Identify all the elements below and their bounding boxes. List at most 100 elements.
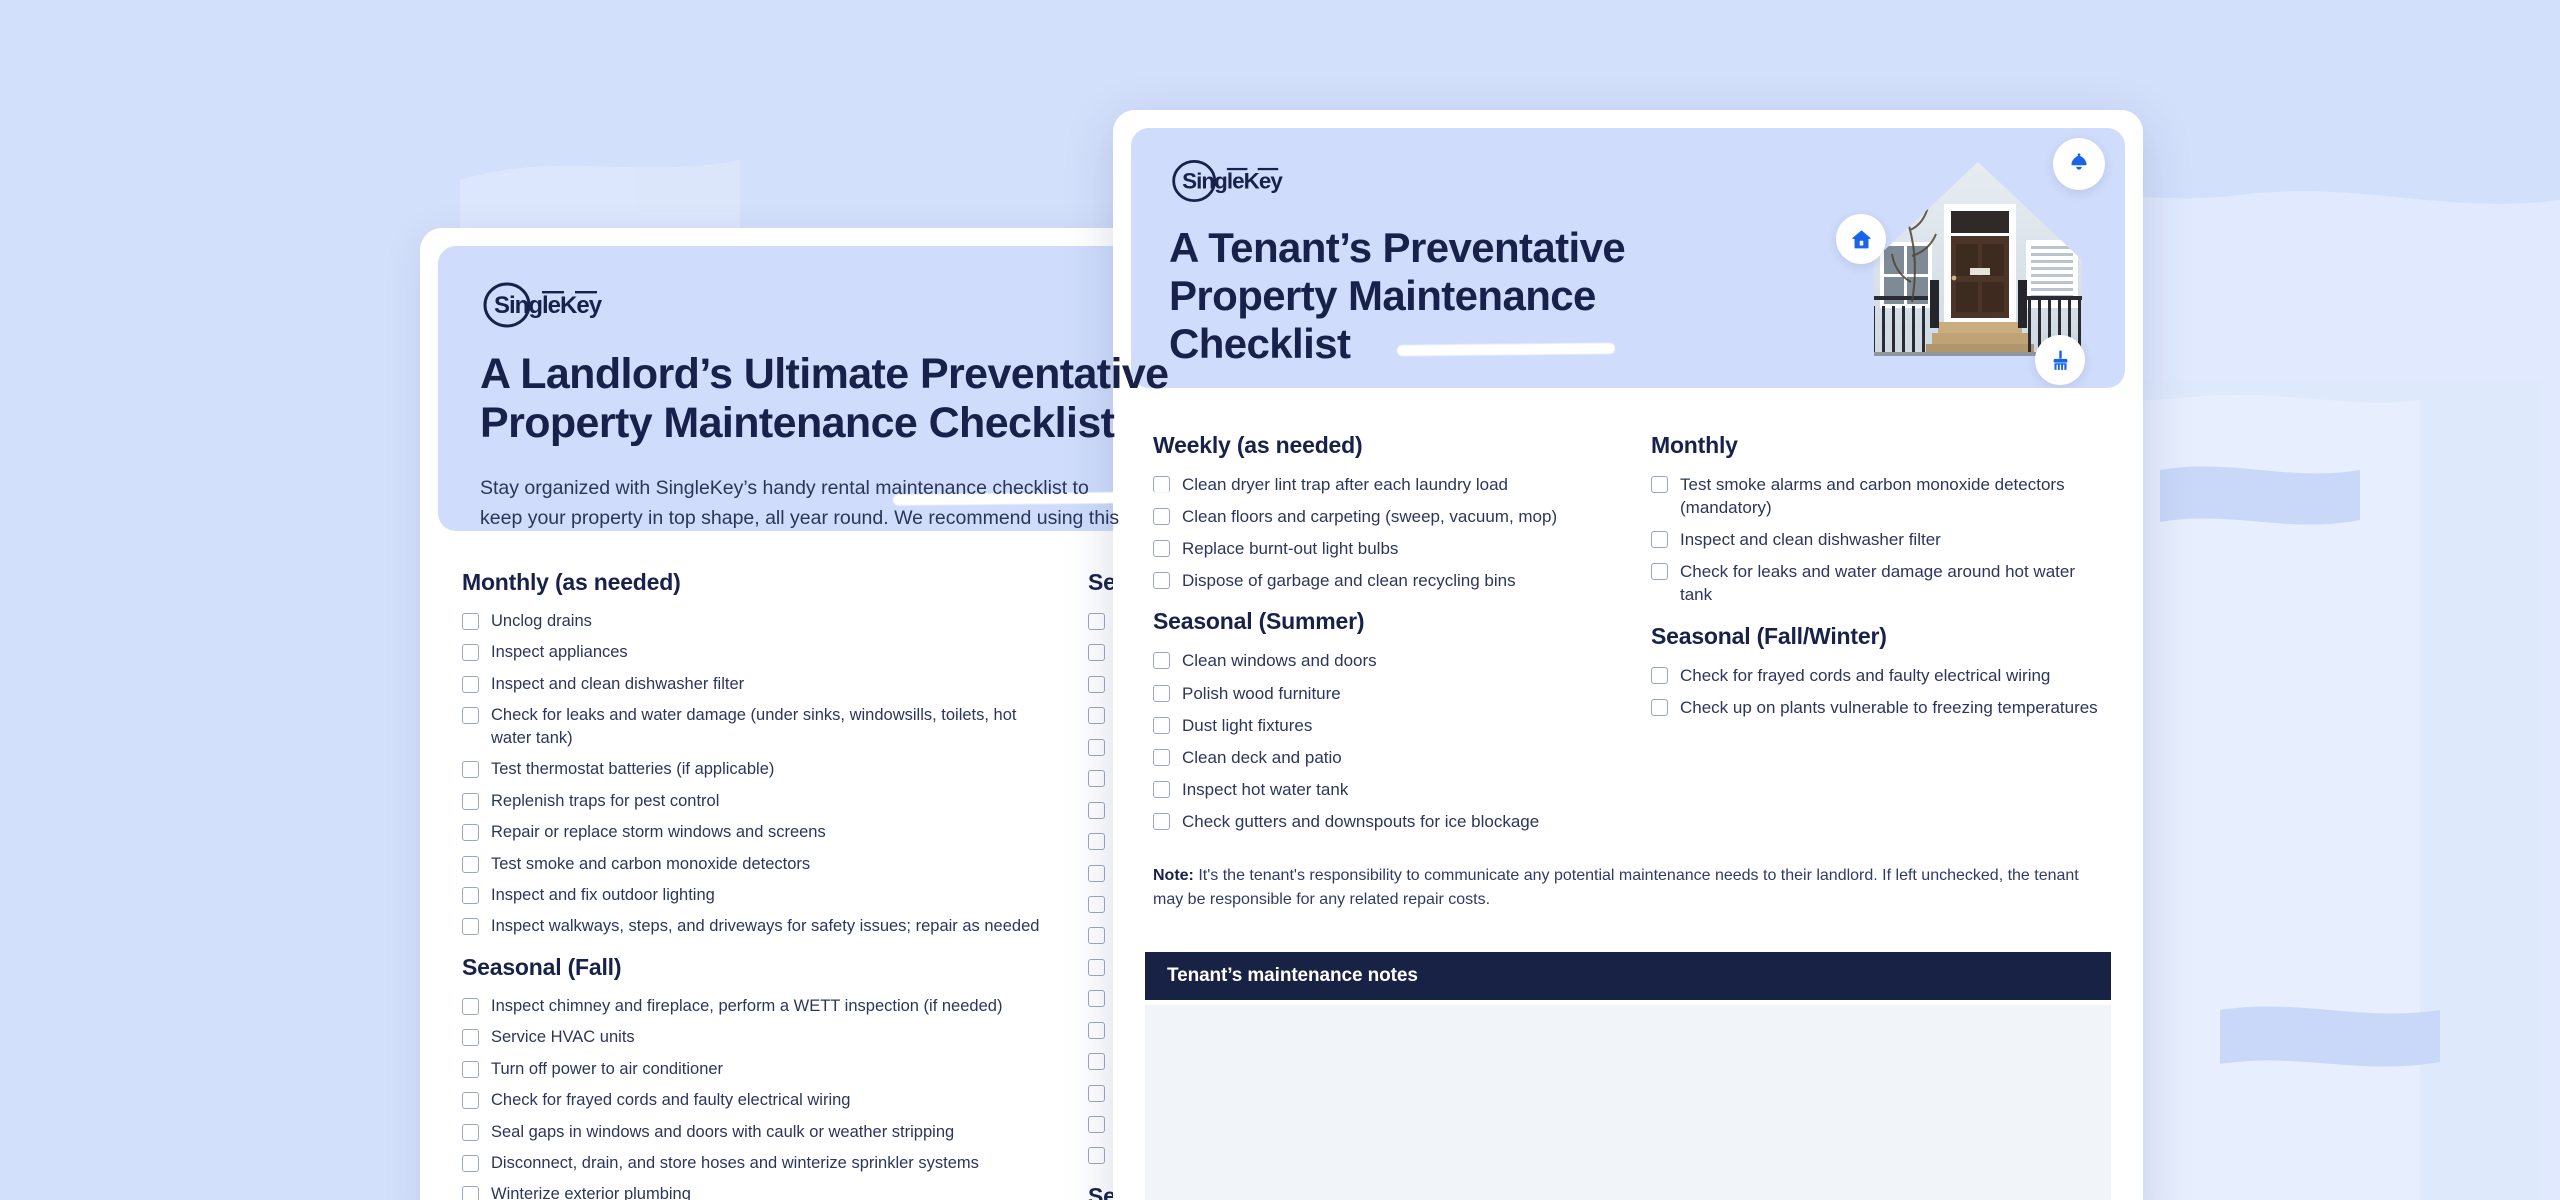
checkbox[interactable] (1088, 675, 1105, 693)
checkbox[interactable] (1153, 716, 1170, 734)
checkbox[interactable] (462, 644, 479, 662)
checkbox[interactable] (1088, 990, 1105, 1008)
list-item[interactable]: Winterize exterior plumbing (462, 1183, 1052, 1200)
checkbox[interactable] (1088, 1147, 1105, 1165)
list-item[interactable]: Check for frayed cords and faulty electr… (462, 1089, 1052, 1111)
checkbox[interactable] (1153, 748, 1170, 766)
checkbox[interactable] (1153, 508, 1170, 526)
checkbox[interactable] (1651, 698, 1668, 716)
list-item[interactable]: Inspect hot water tank (1153, 778, 1605, 801)
list-item[interactable]: Clean dryer lint trap after each laundry… (1153, 473, 1605, 496)
checkbox[interactable] (462, 707, 479, 725)
list-item[interactable]: Polish wood furniture (1153, 682, 1605, 705)
checkbox[interactable] (1088, 644, 1105, 662)
checkbox[interactable] (462, 855, 479, 873)
checkbox[interactable] (1088, 738, 1105, 756)
checkbox[interactable] (1651, 563, 1668, 581)
list-item[interactable]: Inspect appliances (462, 641, 1052, 663)
list-item[interactable]: Service HVAC units (462, 1026, 1052, 1048)
tenant-note: Note: It's the tenant's responsibility t… (1153, 864, 2103, 912)
checklist-label: Dispose of garbage and clean recycling b… (1182, 571, 1516, 591)
checklist-label: Clean floors and carpeting (sweep, vacuu… (1182, 507, 1558, 527)
checklist-seasonal-fall-winter: Check for frayed cords and faulty electr… (1651, 664, 2103, 719)
list-item[interactable]: Inspect walkways, steps, and driveways f… (462, 915, 1052, 937)
list-item[interactable]: Inspect and clean dishwasher filter (1651, 528, 2103, 551)
checkbox[interactable] (462, 675, 479, 693)
checkbox[interactable] (1088, 927, 1105, 945)
list-item[interactable]: Replenish traps for pest control (462, 790, 1052, 812)
checklist-label: Clean deck and patio (1182, 747, 1342, 767)
checkbox[interactable] (462, 761, 479, 779)
checkbox[interactable] (1153, 572, 1170, 590)
checkbox[interactable] (462, 1060, 479, 1078)
checkbox[interactable] (1088, 707, 1105, 725)
checkbox[interactable] (462, 1186, 479, 1200)
list-item[interactable]: Clean floors and carpeting (sweep, vacuu… (1153, 505, 1605, 528)
list-item[interactable]: Repair or replace storm windows and scre… (462, 821, 1052, 843)
section-heading-seasonal-fall-winter: Seasonal (Fall/Winter) (1651, 622, 1887, 649)
list-item[interactable]: Inspect and clean dishwasher filter (462, 673, 1052, 695)
checkbox[interactable] (1088, 1116, 1105, 1133)
checkbox[interactable] (1651, 531, 1668, 549)
checkbox[interactable] (1088, 770, 1105, 788)
list-item[interactable]: Test smoke and carbon monoxide detectors (462, 853, 1052, 875)
list-item[interactable]: Check for leaks and water damage around … (1651, 560, 2103, 606)
list-item[interactable]: Dispose of garbage and clean recycling b… (1153, 569, 1605, 592)
list-item[interactable]: Clean deck and patio (1153, 746, 1605, 769)
checkbox[interactable] (1153, 476, 1170, 493)
checkbox[interactable] (1153, 540, 1170, 558)
section-heading-monthly: Monthly (as needed) (462, 569, 681, 595)
list-item[interactable]: Check up on plants vulnerable to freezin… (1651, 696, 2103, 719)
checkbox[interactable] (1651, 666, 1668, 684)
list-item[interactable]: Inspect and fix outdoor lighting (462, 884, 1052, 906)
checkbox[interactable] (1088, 1053, 1105, 1071)
list-item[interactable]: Test smoke alarms and carbon monoxide de… (1651, 473, 2103, 519)
tenant-notes-writing-area[interactable] (1145, 1005, 2111, 1200)
list-item[interactable]: Check for frayed cords and faulty electr… (1651, 664, 2103, 687)
checkbox[interactable] (1088, 895, 1105, 913)
list-item[interactable]: Check gutters and downspouts for ice blo… (1153, 810, 1605, 833)
checkbox[interactable] (462, 1123, 479, 1141)
checkbox[interactable] (1088, 833, 1105, 851)
list-item[interactable]: Unclog drains (462, 610, 1052, 632)
list-item[interactable]: Disconnect, drain, and store hoses and w… (462, 1152, 1052, 1174)
checkbox[interactable] (1088, 864, 1105, 882)
list-item[interactable]: Turn off power to air conditioner (462, 1058, 1052, 1080)
list-item[interactable]: Dust light fixtures (1153, 714, 1605, 737)
checkbox[interactable] (1153, 812, 1170, 830)
checklist-monthly: Test smoke alarms and carbon monoxide de… (1651, 473, 2103, 607)
checklist-label: Clean windows and doors (1182, 651, 1377, 671)
landlord-column-1: Monthly (as needed) Unclog drains Inspec… (462, 569, 1052, 1200)
checkbox[interactable] (1088, 801, 1105, 819)
checklist-label: Replace burnt-out light bulbs (1182, 539, 1399, 559)
checkbox[interactable] (1088, 1084, 1105, 1102)
checkbox[interactable] (1153, 684, 1170, 702)
checklist-label: Clean dryer lint trap after each laundry… (1182, 475, 1509, 494)
tenant-column-2: Monthly Test smoke alarms and carbon mon… (1651, 432, 2103, 842)
checkbox[interactable] (462, 918, 479, 936)
checkbox[interactable] (1088, 1021, 1105, 1039)
checkbox[interactable] (462, 1029, 479, 1047)
list-item[interactable]: Clean windows and doors (1153, 649, 1605, 672)
checklist-label: Inspect and clean dishwasher filter (491, 674, 745, 693)
list-item[interactable]: Check for leaks and water damage (under … (462, 704, 1052, 749)
list-item[interactable]: Test thermostat batteries (if applicable… (462, 758, 1052, 780)
checkbox[interactable] (462, 997, 479, 1015)
checklist-label: Inspect and fix outdoor lighting (491, 885, 715, 904)
checkbox[interactable] (462, 886, 479, 904)
checkbox[interactable] (1088, 613, 1105, 630)
house-photo-svg (1874, 162, 2082, 356)
checkbox[interactable] (1651, 476, 1668, 493)
checkbox[interactable] (462, 824, 479, 842)
checkbox[interactable] (462, 613, 479, 630)
checkbox[interactable] (462, 1092, 479, 1110)
checkbox[interactable] (462, 1155, 479, 1172)
list-item[interactable]: Replace burnt-out light bulbs (1153, 537, 1605, 560)
checkbox[interactable] (462, 792, 479, 810)
checkbox[interactable] (1088, 958, 1105, 976)
checkbox[interactable] (1153, 780, 1170, 798)
list-item[interactable]: Inspect chimney and fireplace, perform a… (462, 995, 1052, 1017)
checkbox[interactable] (1153, 652, 1170, 670)
section-heading-seasonal-summer: Seasonal (Summer) (1153, 608, 1365, 635)
list-item[interactable]: Seal gaps in windows and doors with caul… (462, 1121, 1052, 1143)
